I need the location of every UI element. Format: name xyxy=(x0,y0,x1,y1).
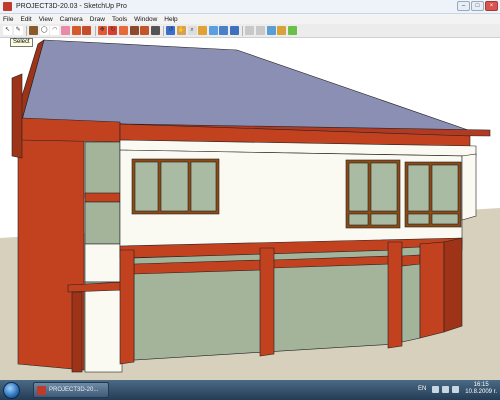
network-icon[interactable] xyxy=(442,385,450,393)
select-tooltip: Select xyxy=(10,38,33,47)
title-bar[interactable]: PROJECT3D-20.03 - SketchUp Pro – □ × xyxy=(0,0,500,14)
tray-icon[interactable] xyxy=(432,385,440,393)
components-icon[interactable] xyxy=(287,26,297,35)
get-models-icon[interactable] xyxy=(266,26,276,35)
menu-bar: File Edit View Camera Draw Tools Window … xyxy=(0,14,500,24)
rectangle-icon[interactable] xyxy=(29,26,39,35)
upper-red-band xyxy=(21,117,121,143)
toolbar-separator xyxy=(242,25,244,36)
pencil-icon[interactable]: ✎ xyxy=(13,26,23,35)
rotate-icon[interactable]: ↻ xyxy=(108,26,118,35)
menu-edit[interactable]: Edit xyxy=(20,16,31,23)
corner-transom xyxy=(401,254,421,267)
next-view-icon[interactable] xyxy=(219,26,229,35)
toolbar-separator xyxy=(26,25,28,36)
window-title: PROJECT3D-20.03 - SketchUp Pro xyxy=(16,3,127,10)
side-red-strip xyxy=(84,192,121,203)
ground-column xyxy=(119,249,135,365)
start-button[interactable] xyxy=(3,381,20,399)
eraser-icon[interactable] xyxy=(60,26,70,35)
side-wall-cream xyxy=(84,243,121,283)
iso-view-icon[interactable] xyxy=(229,26,239,35)
language-indicator[interactable]: EN xyxy=(418,386,426,392)
maximize-button[interactable]: □ xyxy=(471,1,484,11)
model-view xyxy=(0,38,500,380)
window-pane xyxy=(160,161,189,212)
menu-view[interactable]: View xyxy=(39,16,53,23)
paint-bucket-icon[interactable] xyxy=(71,26,81,35)
taskbar-label: PROJECT3D-20... xyxy=(49,387,99,393)
corner-pier-side xyxy=(443,237,463,333)
select-icon[interactable]: ↖ xyxy=(3,26,12,35)
pan-icon[interactable]: ✋ xyxy=(176,26,186,35)
clock-time: 16:15 xyxy=(473,382,489,388)
system-tray: EN 16:15 10.8.2009 r. xyxy=(418,382,497,396)
tape-measure-icon[interactable] xyxy=(150,26,160,35)
window-pane xyxy=(134,161,159,212)
sketchup-app-icon xyxy=(3,2,12,11)
menu-camera[interactable]: Camera xyxy=(60,16,83,23)
facade-side-wall xyxy=(461,153,477,221)
previous-view-icon[interactable] xyxy=(208,26,218,35)
top-view-icon[interactable] xyxy=(245,26,255,35)
window-pane xyxy=(407,164,430,212)
follow-me-icon[interactable] xyxy=(118,26,128,35)
circle-icon[interactable]: ◯ xyxy=(39,26,49,35)
zoom-extents-icon[interactable] xyxy=(198,26,208,35)
push-pull-icon[interactable] xyxy=(82,26,92,35)
toolbar-separator xyxy=(163,25,165,36)
menu-help[interactable]: Help xyxy=(164,16,177,23)
side-wall-lower xyxy=(84,289,123,373)
move-icon[interactable]: ✥ xyxy=(97,26,107,35)
corner-pier xyxy=(419,241,445,339)
side-column xyxy=(71,291,83,373)
window-pane xyxy=(348,162,369,212)
window-pane xyxy=(190,161,217,212)
side-glass-middle xyxy=(84,201,121,245)
orbit-icon[interactable]: ↺ xyxy=(166,26,176,35)
offset-icon[interactable] xyxy=(140,26,150,35)
sketchup-task-icon xyxy=(37,385,46,395)
main-toolbar: ↖ ✎ ◯ ◠ ✥ ↻ ↺ ✋ ⌕ xyxy=(0,24,500,38)
window-pane xyxy=(431,164,459,212)
window-pane xyxy=(348,213,369,226)
volume-icon[interactable] xyxy=(452,385,460,393)
left-gable-wall xyxy=(11,73,23,159)
front-view-icon[interactable] xyxy=(256,26,266,35)
sketchup-window: PROJECT3D-20.03 - SketchUp Pro – □ × Fil… xyxy=(0,0,500,400)
menu-file[interactable]: File xyxy=(3,16,13,23)
menu-window[interactable]: Window xyxy=(134,16,157,23)
window-pane xyxy=(370,213,398,226)
window-pane xyxy=(407,213,430,225)
share-model-icon[interactable] xyxy=(277,26,287,35)
window-pane xyxy=(431,213,459,225)
scale-icon[interactable] xyxy=(129,26,139,35)
clock[interactable]: 16:15 10.8.2009 r. xyxy=(465,382,497,396)
clock-date: 10.8.2009 r. xyxy=(465,389,497,395)
close-button[interactable]: × xyxy=(485,1,498,11)
window-pane xyxy=(370,162,398,212)
ground-column xyxy=(259,247,275,357)
zoom-icon[interactable]: ⌕ xyxy=(187,26,197,35)
3d-viewport[interactable] xyxy=(0,38,500,380)
minimize-button[interactable]: – xyxy=(457,1,470,11)
taskbar-sketchup-button[interactable]: PROJECT3D-20... xyxy=(33,382,109,398)
windows-taskbar: PROJECT3D-20... EN 16:15 10.8.2009 r. xyxy=(0,380,500,400)
menu-draw[interactable]: Draw xyxy=(90,16,105,23)
arc-icon[interactable]: ◠ xyxy=(50,26,60,35)
side-glass-upper xyxy=(84,141,121,199)
ground-column xyxy=(387,241,403,349)
menu-tools[interactable]: Tools xyxy=(112,16,127,23)
toolbar-separator xyxy=(94,25,96,36)
